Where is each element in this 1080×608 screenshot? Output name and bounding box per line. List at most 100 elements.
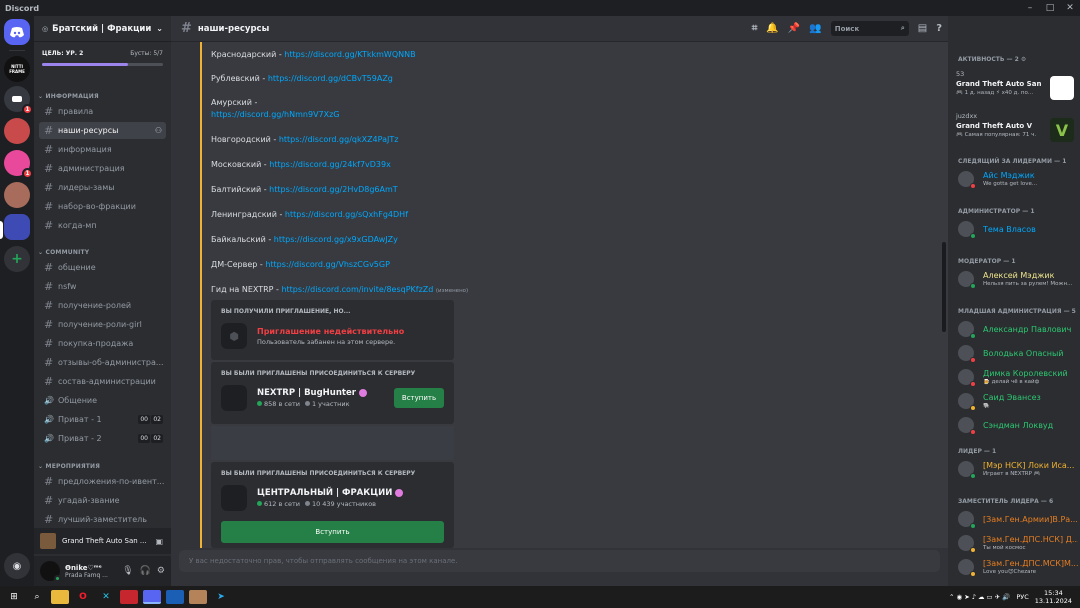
app-icon[interactable]: [166, 590, 184, 604]
channel-channels_events[interactable]: # предложения-по-ивент...: [39, 473, 166, 490]
avatar: [958, 511, 976, 529]
app-icon[interactable]: [120, 590, 138, 604]
add-server-button[interactable]: +: [4, 246, 30, 272]
inbox-icon[interactable]: ▤: [918, 23, 927, 34]
member-item[interactable]: Александр Павлович: [958, 318, 1078, 340]
activity-card[interactable]: juzdxx Grand Theft Auto V 🎮 Самая популя…: [956, 112, 1076, 152]
channel-channels_info[interactable]: # когда-мп: [39, 217, 166, 234]
invite-link[interactable]: https://discord.gg/24kf7vD39x: [269, 160, 391, 169]
activity-now-playing[interactable]: Grand Theft Auto San ... ▣: [34, 528, 171, 554]
channel-channels_info[interactable]: # информация: [39, 141, 166, 158]
member-item[interactable]: [Зам.Ген.ДПС.МСК]М... Love you😈Chezare: [958, 556, 1078, 578]
member-item[interactable]: [Зам.Ген.Армии]В.Ра...: [958, 508, 1078, 530]
file-explorer-icon[interactable]: [51, 590, 69, 604]
hash-icon: #: [44, 162, 54, 175]
channel-channels_community[interactable]: # общение: [39, 259, 166, 276]
join-server-button[interactable]: Вступить: [394, 388, 444, 408]
telegram-icon[interactable]: ➤: [212, 590, 230, 604]
hash-icon: #: [44, 219, 54, 232]
voice-channel[interactable]: 🔊 Общение: [39, 392, 166, 409]
server-icon[interactable]: 1: [4, 86, 33, 115]
channel-name: лучший-заместитель: [58, 515, 147, 524]
server-icon-active[interactable]: [4, 214, 30, 240]
member-item[interactable]: [Зам.Ген.ДПС.НСК] Д... Ты мой космос: [958, 532, 1078, 554]
member-item[interactable]: Алексей Мэджик Нельзя пить за рулем! Можн…: [958, 268, 1078, 290]
channel-channels_community[interactable]: # состав-администрации: [39, 373, 166, 390]
invite-link[interactable]: https://discord.gg/2HvD8g6AmT: [269, 185, 397, 194]
discord-logo-icon: [10, 26, 24, 37]
voice-channel[interactable]: 🔊 Приват - 2 00 02: [39, 430, 166, 447]
avatar: [958, 271, 976, 289]
language-indicator[interactable]: РУС: [1016, 593, 1028, 601]
channel-channels_community[interactable]: # получение-ролей: [39, 297, 166, 314]
download-apps-button[interactable]: ◉: [4, 553, 30, 579]
help-icon[interactable]: ?: [936, 23, 942, 34]
add-member-icon[interactable]: ⚇: [155, 126, 162, 135]
invite-link[interactable]: https://discord.gg/KTkkmWQNNB: [284, 50, 415, 59]
message-line: https://discord.gg/hNmn9V7XzG: [211, 110, 340, 119]
discord-taskbar-icon[interactable]: [143, 590, 161, 604]
boost-goal[interactable]: ЦЕЛЬ: УР. 2 Бусты: 5/7: [34, 42, 171, 66]
member-item[interactable]: [Мэр НСК] Локи Иса... Играет в NEXTRP 🎮: [958, 458, 1078, 480]
bell-icon[interactable]: 🔔: [766, 23, 778, 34]
app-icon[interactable]: ✕: [97, 590, 115, 604]
invite-link[interactable]: https://discord.gg/qkXZ4PaJTz: [279, 135, 399, 144]
member-item[interactable]: Саид Эвансез 🐘: [958, 390, 1078, 412]
server-icon[interactable]: 1: [4, 150, 33, 179]
channel-channels_community[interactable]: # nsfw: [39, 278, 166, 295]
threads-icon[interactable]: ⌗: [752, 23, 758, 34]
channel-channels_community[interactable]: # покупка-продажа: [39, 335, 166, 352]
channel-channels_events[interactable]: # лучший-заместитель: [39, 511, 166, 528]
activity-card[interactable]: 53 Grand Theft Auto San ... 🎮 1 д. назад…: [956, 70, 1076, 110]
search-input[interactable]: Поиск ⌕: [830, 21, 909, 36]
direct-messages-button[interactable]: [4, 19, 30, 45]
channel-channels_info[interactable]: # набор-во-фракции: [39, 198, 166, 215]
microphone-icon[interactable]: 🎙: [122, 566, 133, 576]
member-item[interactable]: Айс Мэджик We gotta get love...: [958, 168, 1078, 190]
opera-icon[interactable]: O: [74, 590, 92, 604]
app-icon[interactable]: [189, 590, 207, 604]
channel-channels_info[interactable]: # лидеры-замы: [39, 179, 166, 196]
tray-icons[interactable]: ⌃ ◉ ➤ ♪ ☁ ▭ ✈ 🔊: [949, 593, 1010, 601]
close-button[interactable]: ✕: [1060, 0, 1080, 16]
minimize-button[interactable]: –: [1020, 0, 1040, 16]
category-info[interactable]: ⌄ ИНФОРМАЦИЯ: [38, 93, 99, 100]
member-item[interactable]: Димка Королевский 🍺 делай чё в кайф: [958, 366, 1078, 388]
server-icon[interactable]: [4, 118, 30, 144]
gear-icon[interactable]: ⚙: [1021, 56, 1026, 63]
pin-icon[interactable]: 📌: [788, 23, 800, 34]
scrollbar[interactable]: [942, 242, 946, 332]
members-icon[interactable]: 👥: [809, 23, 821, 34]
invite-link[interactable]: https://discord.gg/VhszCGv5GP: [265, 260, 390, 269]
channel-channels_info[interactable]: # правила: [39, 103, 166, 120]
server-icon[interactable]: [4, 182, 30, 208]
invite-link[interactable]: https://discord.gg/sQxhFg4DHf: [285, 210, 408, 219]
start-menu-icon[interactable]: ⊞: [5, 590, 23, 604]
join-server-button[interactable]: Вступить: [221, 521, 444, 543]
voice-channel[interactable]: 🔊 Приват - 1 00 02: [39, 411, 166, 428]
avatar[interactable]: [40, 561, 61, 582]
channel-name: состав-администрации: [58, 377, 156, 386]
gear-icon[interactable]: ⚙: [157, 566, 165, 576]
headphones-icon[interactable]: 🎧: [140, 566, 151, 576]
search-icon[interactable]: ⌕: [28, 590, 46, 604]
invite-link[interactable]: https://discord.gg/dCBvT59AZg: [268, 74, 393, 83]
channel-channels_community[interactable]: # получение-роли-girl: [39, 316, 166, 333]
invite-link[interactable]: https://discord.gg/hNmn9V7XzG: [211, 110, 340, 119]
member-item[interactable]: Сэндман Локвуд: [958, 414, 1078, 436]
server-icon[interactable]: NITTI FRAME: [4, 56, 30, 82]
invite-link[interactable]: https://discord.gg/x9xGDAwJZy: [274, 235, 398, 244]
channel-channels_info[interactable]: # наши-ресурсы ⚇: [39, 122, 166, 139]
maximize-button[interactable]: □: [1040, 0, 1060, 16]
category-events[interactable]: ⌄ МЕРОПРИЯТИЯ: [38, 463, 100, 470]
channel-channels_info[interactable]: # администрация: [39, 160, 166, 177]
category-community[interactable]: ⌄ COMMUNITY: [38, 249, 89, 256]
invite-link[interactable]: https://discord.com/invite/8esqPKfzZd: [281, 285, 433, 294]
member-item[interactable]: Тема Власов: [958, 218, 1078, 240]
channel-channels_community[interactable]: # отзывы-об-администра...: [39, 354, 166, 371]
clock[interactable]: 15:34 13.11.2024: [1035, 589, 1072, 605]
channel-channels_events[interactable]: # угадай-звание: [39, 492, 166, 509]
member-item[interactable]: Володька Опасный: [958, 342, 1078, 364]
guild-header[interactable]: ◎ Братский | Фракции ⌄: [34, 16, 171, 42]
screen-share-icon[interactable]: ▣: [155, 537, 163, 546]
